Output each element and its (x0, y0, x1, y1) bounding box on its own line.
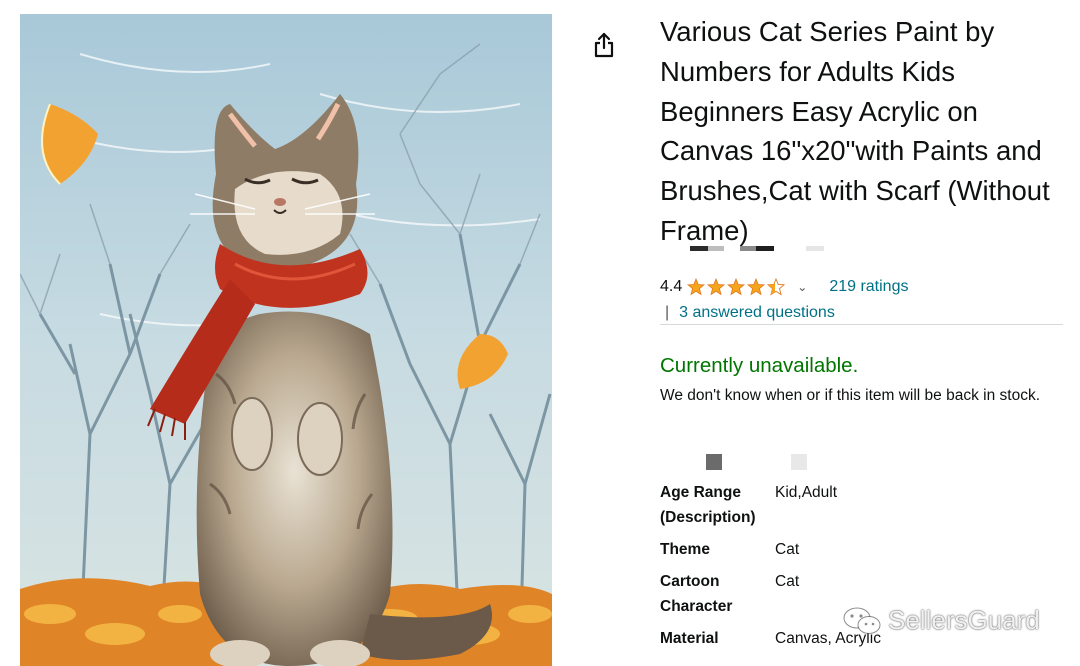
answered-questions-link[interactable]: 3 answered questions (679, 304, 835, 322)
rating-value: 4.4 (660, 278, 683, 295)
qa-row: | 3 answered questions (660, 302, 835, 324)
availability-note: We don't know when or if this item will … (660, 387, 1040, 404)
share-button[interactable] (590, 30, 618, 60)
attr-label-age-range: Age Range (Description) (660, 484, 756, 526)
attr-value-theme: Cat (775, 541, 800, 558)
cat-with-scarf-painting (20, 14, 552, 666)
watermark: SellersGuard (842, 605, 1040, 636)
divider (660, 324, 1063, 325)
watermark-text: SellersGuard (888, 605, 1040, 635)
availability-status: Currently unavailable. (660, 354, 859, 377)
ratings-link[interactable]: 219 ratings (829, 278, 908, 296)
share-icon (594, 32, 614, 58)
star-rating-icon (687, 278, 786, 296)
attr-label-material: Material (660, 630, 719, 647)
attr-value-age-range: Kid,Adult (775, 484, 838, 501)
chevron-down-icon[interactable]: ⌄ (797, 280, 807, 294)
color-chip-light (791, 454, 807, 470)
product-image[interactable] (20, 14, 552, 666)
rating-row: 4.4 ⌄ 219 ratings (660, 276, 908, 298)
color-chip-dark (706, 454, 722, 470)
color-swatch-strip (690, 246, 724, 251)
color-swatch-strip (740, 246, 774, 251)
attr-value-cartoon-character: Cat (775, 573, 800, 590)
attr-label-theme: Theme (660, 541, 710, 558)
wechat-icon (843, 607, 881, 634)
product-title: Various Cat Series Paint by Numbers for … (660, 16, 1050, 246)
separator: | (665, 304, 670, 321)
attr-label-cartoon-character: Cartoon Character (660, 573, 733, 615)
color-swatch-strip (806, 246, 824, 251)
star-rating[interactable] (687, 278, 786, 296)
